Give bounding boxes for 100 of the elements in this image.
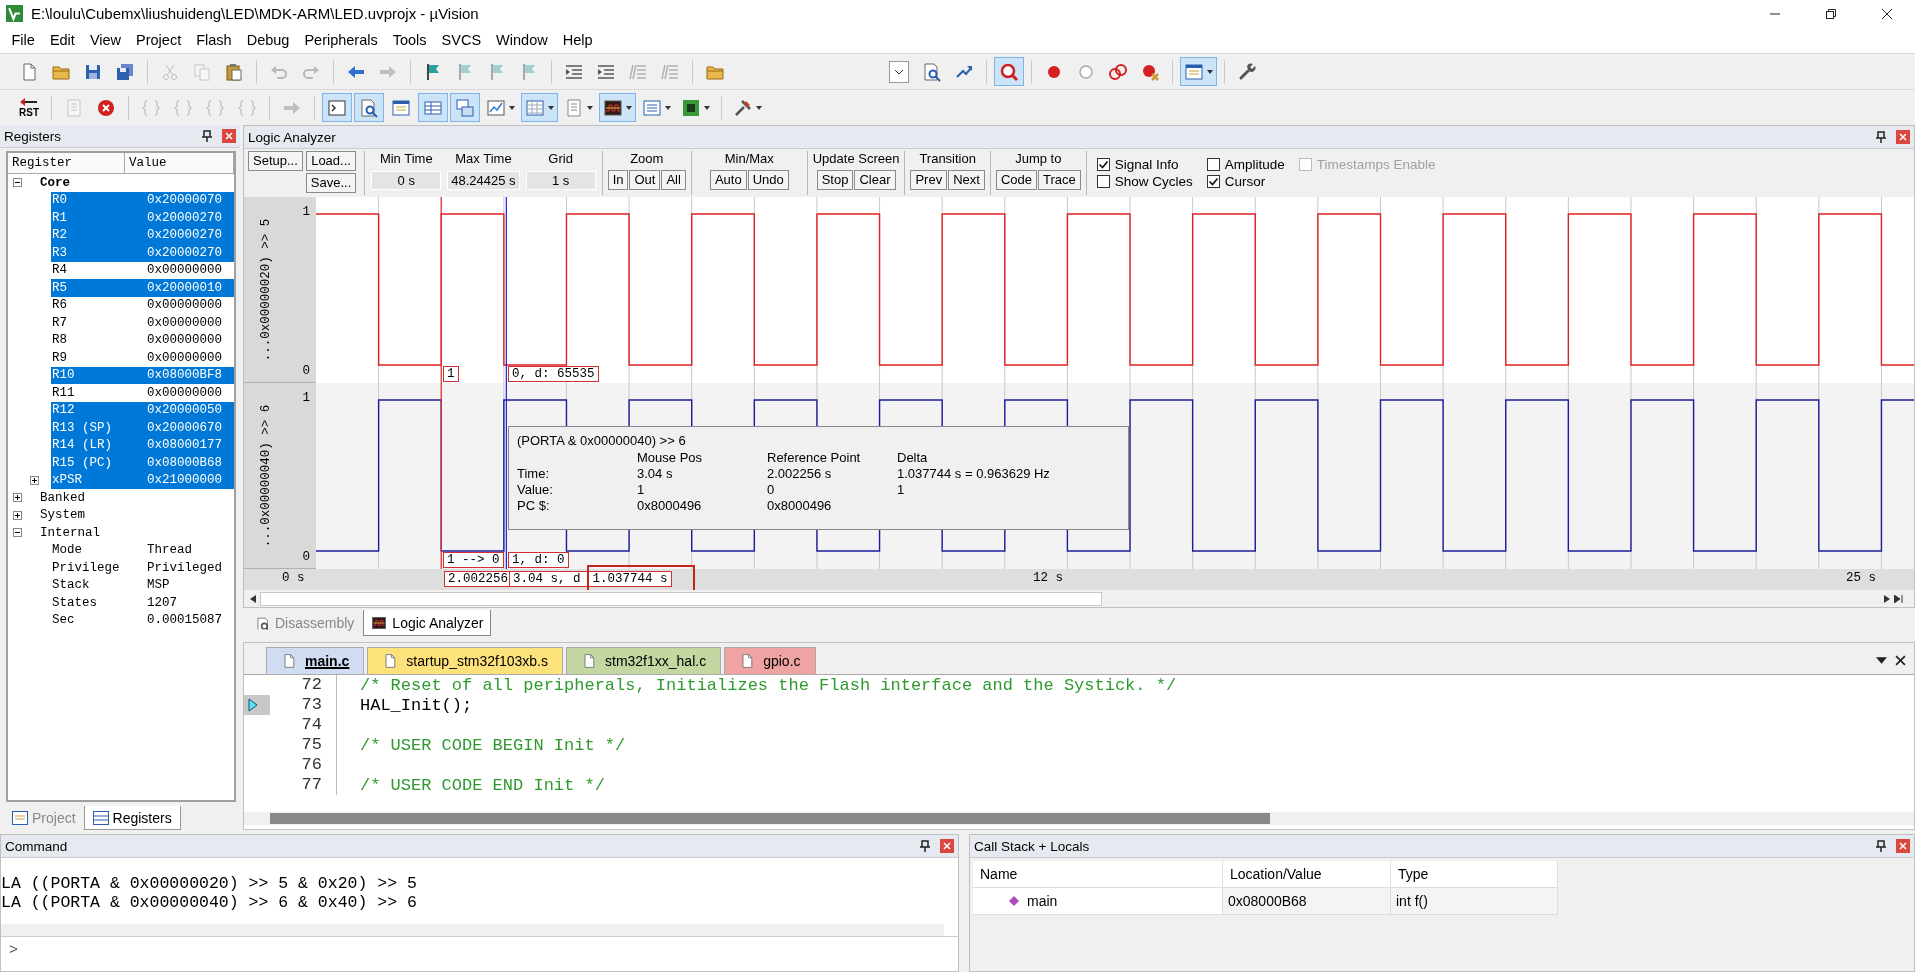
expander-icon[interactable] (13, 528, 22, 538)
tree-group[interactable]: Core (38, 175, 72, 190)
register-row[interactable]: R12 0x20000050 (51, 401, 234, 419)
register-row[interactable]: R4 0x00000000 (51, 261, 234, 279)
analyzer-button[interactable]: Trace (1038, 170, 1081, 190)
setup-button[interactable]: Setup... (248, 151, 303, 171)
menu-item[interactable]: Project (128, 30, 189, 50)
menu-item[interactable]: View (82, 30, 129, 50)
column-header[interactable]: Register (8, 153, 125, 173)
toolbar-button[interactable] (994, 57, 1024, 86)
value-field: 0 s (371, 171, 442, 190)
reset-button[interactable]: RST (14, 93, 44, 122)
file-tab[interactable]: gpio.c (724, 647, 816, 674)
scroll-thumb[interactable] (270, 813, 1270, 824)
pin-icon[interactable] (1876, 131, 1886, 143)
analyzer-button[interactable]: Stop (816, 170, 854, 190)
level-tick: 1 (302, 391, 310, 405)
register-row[interactable]: R8 0x00000000 (51, 331, 234, 349)
code-editor[interactable]: 72 /* Reset of all peripherals, Initializes the Flash interface and the Systick. */ 73 HAL_Init(); 74 75 /* USER CODE BEGIN Init */ 76 77 /* USER CODE END Init */ (244, 675, 1914, 829)
line-number: 73 (270, 695, 337, 715)
toolbar-button[interactable] (599, 93, 636, 122)
menu-item[interactable]: SVCS (434, 30, 489, 50)
command-input[interactable]: > (1, 936, 958, 971)
menu-item[interactable]: Flash (188, 30, 240, 50)
tree-group[interactable]: Banked (38, 490, 87, 505)
menu-item[interactable]: Window (488, 30, 556, 50)
register-row[interactable]: R1 0x20000270 (51, 209, 234, 227)
caret-icon[interactable] (1876, 655, 1887, 666)
pin-icon[interactable] (202, 130, 212, 142)
menu-item[interactable]: Edit (42, 30, 83, 50)
tree-group[interactable]: System (38, 508, 87, 523)
table-cell: main (1027, 893, 1058, 909)
analyzer-button[interactable]: Next (948, 170, 985, 190)
scroll-right-icon[interactable] (1884, 594, 1890, 603)
toolbar-button[interactable] (354, 93, 384, 122)
file-tab[interactable]: stm32f1xx_hal.c (566, 647, 722, 674)
column-header[interactable]: Value (125, 153, 234, 173)
register-row[interactable]: R3 0x20000270 (51, 244, 234, 262)
tree-group[interactable]: Internal (38, 525, 102, 540)
register-row[interactable]: R13 (SP) 0x20000670 (51, 419, 234, 437)
register-row[interactable]: R15 (PC) 0x08000B68 (51, 454, 234, 472)
register-row[interactable]: R0 0x20000070 (51, 191, 234, 209)
reference-time: 2.002256 (444, 571, 512, 587)
horizontal-scrollbar[interactable] (1, 924, 944, 936)
checkbox[interactable] (1206, 175, 1220, 188)
caret-icon (626, 105, 632, 110)
save-button[interactable]: Save... (305, 173, 357, 193)
toolbar-button[interactable] (1180, 57, 1217, 86)
close-icon[interactable] (1895, 655, 1906, 666)
register-name: R13 (SP) (52, 420, 113, 435)
analyzer-button[interactable]: Prev (910, 170, 948, 190)
register-row[interactable]: R11 0x00000000 (51, 384, 234, 402)
level-tick: 0 (302, 364, 310, 378)
pin-icon[interactable] (1876, 840, 1886, 852)
command-output-line: LA ((PORTA & 0x00000020) >> 5 & 0x20) >> 5 (1, 874, 418, 893)
scroll-left-icon[interactable] (250, 594, 256, 603)
expander-icon[interactable] (13, 510, 22, 520)
panel-title: Command (5, 838, 68, 854)
register-row[interactable]: R6 0x00000000 (51, 296, 234, 314)
register-name: xPSR (52, 473, 83, 488)
expander-icon[interactable] (13, 493, 22, 503)
analyzer-button[interactable]: Code (995, 170, 1037, 190)
analyzer-button[interactable]: Auto (709, 170, 747, 190)
analyzer-button[interactable]: Clear (854, 170, 896, 190)
menu-item[interactable]: Tools (385, 30, 435, 50)
checkbox[interactable] (1096, 158, 1110, 171)
menu-item[interactable]: Peripherals (296, 30, 386, 50)
register-row[interactable]: Privilege Privileged (51, 559, 234, 577)
analyzer-button[interactable]: In (607, 170, 629, 190)
load-button[interactable]: Load... (305, 151, 357, 171)
expander-icon[interactable] (30, 475, 39, 485)
register-value: 0x20000270 (147, 210, 222, 225)
menu-item[interactable]: File (4, 30, 43, 50)
register-row[interactable]: Mode Thread (51, 541, 234, 559)
menu-item[interactable]: Help (555, 30, 600, 50)
register-row[interactable]: Sec 0.00015087 (51, 611, 234, 629)
register-row[interactable]: R9 0x00000000 (51, 349, 234, 367)
register-row[interactable]: Stack MSP (51, 576, 234, 594)
view-tab[interactable]: Logic Analyzer (363, 610, 492, 636)
analyzer-button[interactable]: Undo (747, 170, 789, 190)
scroll-end-icon[interactable] (1894, 594, 1904, 603)
horizontal-scrollbar[interactable] (244, 812, 1914, 825)
pin-icon[interactable] (920, 840, 930, 852)
find-combo[interactable] (889, 60, 909, 83)
register-row[interactable]: R10 0x08000BF8 (51, 366, 234, 384)
scroll-thumb[interactable] (260, 591, 1102, 606)
value-label: 0, d: 65535 (508, 366, 599, 382)
analyzer-button[interactable]: All (661, 170, 686, 190)
expander-icon[interactable] (13, 178, 22, 188)
panel-tab[interactable]: Registers (83, 806, 181, 830)
file-tab[interactable]: main.c (266, 647, 365, 674)
level-tick: 1 (302, 205, 310, 219)
checkbox[interactable] (1096, 175, 1110, 188)
checkbox[interactable] (1206, 158, 1220, 171)
register-row[interactable]: R7 0x00000000 (51, 314, 234, 332)
register-row[interactable]: R5 0x20000010 (51, 279, 234, 297)
analyzer-button[interactable]: Out (629, 170, 661, 190)
menu-item[interactable]: Debug (239, 30, 297, 50)
file-tab[interactable]: startup_stm32f103xb.s (367, 647, 563, 674)
register-row[interactable]: States 1207 (51, 594, 234, 612)
